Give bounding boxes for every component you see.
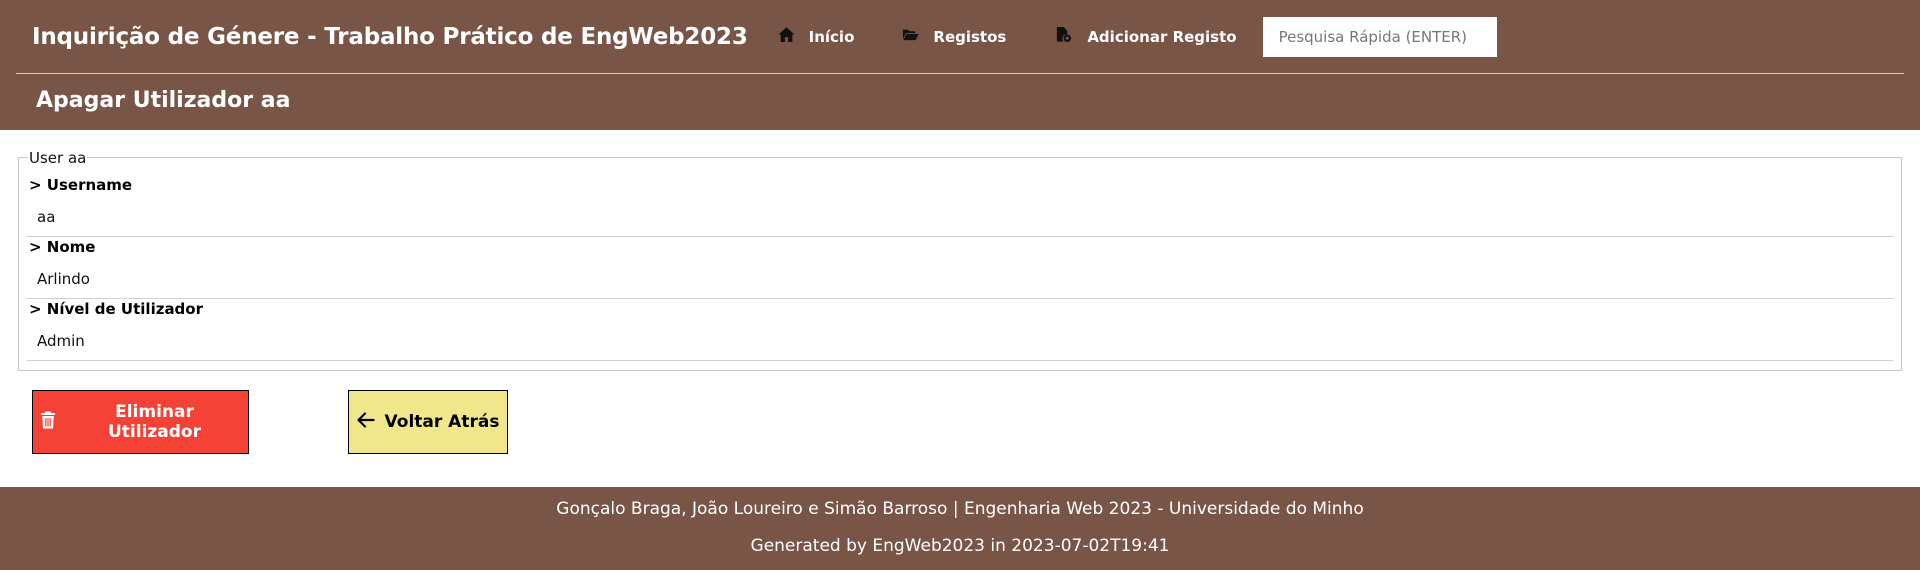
nav-registos-label: Registos [933, 27, 1007, 46]
nivel-value: Admin [37, 332, 85, 350]
file-add-icon [1054, 26, 1073, 47]
nivel-label: > Nível de Utilizador [29, 300, 204, 318]
footer-generated: Generated by EngWeb2023 in 2023-07-02T19… [750, 536, 1170, 556]
quick-search-input[interactable] [1262, 16, 1497, 57]
nav-adicionar-registo[interactable]: Adicionar Registo [1054, 26, 1237, 47]
trash-icon [39, 411, 57, 434]
field-divider [27, 298, 1893, 299]
go-back-label: Voltar Atrás [384, 412, 500, 432]
site-brand[interactable]: Inquirição de Génere - Trabalho Prático … [32, 24, 748, 50]
nome-value: Arlindo [37, 270, 90, 288]
username-value: aa [37, 208, 56, 226]
footer: Gonçalo Braga, João Loureiro e Simão Bar… [0, 487, 1920, 570]
page-title: Apagar Utilizador aa [36, 88, 291, 113]
header: Inquirição de Génere - Trabalho Prático … [0, 0, 1920, 130]
user-details-card: User aa > Username aa > Nome Arlindo > N… [18, 149, 1902, 371]
field-divider [27, 236, 1893, 237]
footer-credits: Gonçalo Braga, João Loureiro e Simão Bar… [556, 499, 1364, 519]
folder-open-icon [902, 26, 919, 47]
go-back-button[interactable]: Voltar Atrás [348, 390, 508, 454]
nav-adicionar-registo-label: Adicionar Registo [1087, 27, 1237, 46]
delete-user-label: Eliminar Utilizador [107, 402, 201, 442]
field-divider [27, 360, 1893, 361]
nav-inicio-label: Início [808, 27, 855, 46]
nav-registos[interactable]: Registos [902, 26, 1006, 47]
header-divider [16, 73, 1904, 74]
delete-user-button[interactable]: Eliminar Utilizador [32, 390, 249, 454]
nome-label: > Nome [29, 238, 96, 256]
home-icon [778, 26, 795, 47]
nav-inicio[interactable]: Início [778, 26, 855, 47]
user-card-legend: User aa [28, 149, 88, 167]
arrow-left-icon [356, 411, 375, 434]
username-label: > Username [29, 176, 133, 194]
top-nav-bar: Inquirição de Génere - Trabalho Prático … [0, 0, 1920, 73]
